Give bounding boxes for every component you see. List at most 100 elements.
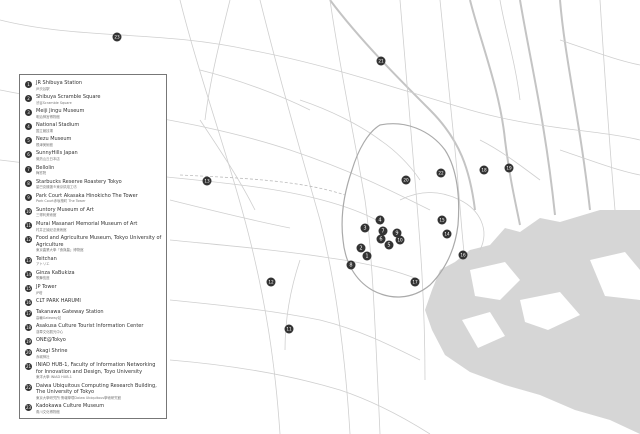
map-legend: 1 JR Shibuya Station JR渋谷駅 2 Shibuya Scrambl… [19,74,167,419]
map-pin-number: 5 [387,243,390,249]
map-pin-number: 2 [359,246,362,252]
legend-item[interactable]: 8 Starbucks Reserve Roastery Tokyo 星巴克臻選®東… [25,179,162,190]
legend-item[interactable]: 11 Murai Masanari Memorial Museum of Art 村… [25,221,162,232]
map-pin[interactable]: 2 [356,243,366,253]
legend-number-badge: 10 [25,207,32,215]
map-pin-number: 13 [204,179,210,184]
map-pin[interactable]: 22 [436,168,446,178]
map-pin[interactable]: 3 [360,223,370,233]
map-pin[interactable]: 7 [378,226,388,236]
legend-place-subtitle: 村井正誠紀念美術館 [36,227,67,232]
map-pin[interactable]: 16 [458,250,468,260]
legend-place-name: CLT PARK HARUMI [36,298,81,304]
map-pin[interactable]: 23 [112,32,122,42]
legend-item[interactable]: 23 Kadokawa Culture Museum 角川文化博物館 [25,403,162,414]
legend-number-badge: 13 [25,256,32,264]
legend-number-badge: 21 [25,363,32,371]
legend-item[interactable]: 16 CLT PARK HARUMI [25,298,162,306]
legend-place-name: JP Tower [36,283,57,290]
map-pin-number: 7 [381,229,384,235]
legend-place-subtitle: 高輪Gateway站 [36,315,62,320]
legend-place-name: Asakusa Culture Tourist Information Cent… [36,323,144,329]
legend-place-subtitle: 東京大學研究所 情報學環Daiwa Ubiquitous學術研究館 [36,395,122,400]
map-pin-number: 23 [114,35,120,40]
legend-number-badge: 14 [25,270,32,278]
legend-item[interactable]: 4 National Stadium 国立競技場 [25,122,162,133]
map-pin[interactable]: 13 [202,176,212,186]
legend-item[interactable]: 22 Daiwa Ubiquitous Computing Research Bu… [25,383,162,401]
legend-item[interactable]: 2 Shibuya Scramble Square 渋谷Scramble Squar… [25,94,162,105]
rivers [329,0,591,226]
legend-place-name: Akagi Shrine [36,348,68,354]
legend-place-subtitle: アトリエ [36,262,50,267]
map-pin[interactable]: 12 [266,277,276,287]
map-pin[interactable]: 14 [442,229,452,239]
legend-number-badge: 8 [25,179,32,187]
legend-number-badge: 17 [25,309,32,317]
legend-place-subtitle: 淺草文化觀光中心 [36,329,64,334]
map-pin[interactable]: 8 [346,260,356,270]
map-pin[interactable]: 11 [284,324,294,334]
map-pin[interactable]: 1 [362,251,372,261]
legend-item[interactable]: 3 Meiji Jingu Museum 明治神宮博物館 [25,108,162,119]
legend-number-badge: 23 [25,404,32,412]
legend-place-subtitle: 微熱山丘日本店 [36,157,60,162]
legend-place-subtitle: 梅窓院 [36,171,47,176]
map-pin[interactable]: 5 [384,240,394,250]
legend-item[interactable]: 19 ONE@Tokyo [25,337,162,346]
map-pin[interactable]: 4 [375,215,385,225]
legend-number-badge: 4 [25,123,32,131]
legend-place-name: Takanawa Gateway Station [36,308,104,315]
legend-item[interactable]: 20 Akagi Shrine 赤城神社 [25,348,162,359]
legend-item[interactable]: 10 Suntory Museum of Art 三得利美術館 [25,207,162,218]
legend-item[interactable]: 15 JP Tower JP塔 [25,284,162,295]
legend-place-name: INIAD HUB-1, Faculty of Information Netw… [36,362,156,375]
legend-item[interactable]: 17 Takanawa Gateway Station 高輪Gateway站 [25,309,162,320]
legend-item[interactable]: 1 JR Shibuya Station JR渋谷駅 [25,80,162,91]
map-pin[interactable]: 6 [376,234,386,244]
legend-place-subtitle: 東洋大學 INIAD HUB-1 [36,375,72,380]
map-pin[interactable]: 18 [479,165,489,175]
legend-number-badge: 15 [25,284,32,292]
legend-item[interactable]: 13 Teitchan アトリエ [25,256,162,267]
map-pin[interactable]: 15 [437,215,447,225]
legend-place-subtitle: 赤城神社 [36,354,50,359]
legend-number-badge: 2 [25,95,32,103]
legend-item[interactable]: 12 Food and Agriculture Museum, Tokyo Uni… [25,235,162,253]
legend-number-badge: 6 [25,151,32,159]
legend-item[interactable]: 21 INIAD HUB-1, Faculty of Information Ne… [25,362,162,380]
legend-item[interactable]: 18 Asakusa Culture Tourist Information Ce… [25,323,162,334]
map-pin-number: 14 [444,232,450,237]
legend-place-name: ONE@Tokyo [36,337,66,344]
legend-number-badge: 19 [25,338,32,346]
legend-item[interactable]: 7 Bellolin 梅窓院 [25,165,162,176]
legend-number-badge: 9 [25,193,32,201]
legend-place-name: Food and Agriculture Museum, Tokyo Unive… [36,235,162,248]
map-pin[interactable]: 20 [401,175,411,185]
legend-place-subtitle: JP塔 [36,290,43,295]
map-pin[interactable]: 19 [504,163,514,173]
legend-item[interactable]: 6 SunnyHills Japan 微熱山丘日本店 [25,150,162,161]
map-pin[interactable]: 21 [376,56,386,66]
legend-item[interactable]: 14 Ginza KaBukiza 歌舞伎座 [25,270,162,281]
map-pin-number: 4 [378,218,381,224]
legend-place-subtitle: 三得利美術館 [36,213,57,218]
legend-number-badge: 16 [25,299,32,306]
legend-place-subtitle: 角川文化博物館 [36,410,60,415]
legend-place-name: JR Shibuya Station [36,80,83,86]
legend-place-subtitle: Park Court赤坂檜町 The Tower [36,199,86,204]
map-pin-number: 18 [481,168,487,173]
map-pin[interactable]: 17 [410,277,420,287]
map-pin-number: 12 [268,280,274,285]
legend-place-subtitle: 渋谷Scramble Square [36,100,72,105]
legend-item[interactable]: 5 Nezu Museum 根津美術館 [25,136,162,147]
legend-place-name: National Stadium [36,122,80,129]
map-pin-number: 17 [412,280,418,285]
legend-number-badge: 12 [25,236,32,244]
legend-place-subtitle: 根津美術館 [36,142,53,147]
legend-item[interactable]: 9 Park Court Akasaka Hinokicho The Tower P… [25,193,162,204]
legend-place-subtitle: JR渋谷駅 [36,86,50,91]
legend-place-subtitle: 星巴克臻選®東京烘焙工坊 [36,185,77,190]
rail-loop [341,123,460,298]
map-pin[interactable]: 10 [395,235,405,245]
